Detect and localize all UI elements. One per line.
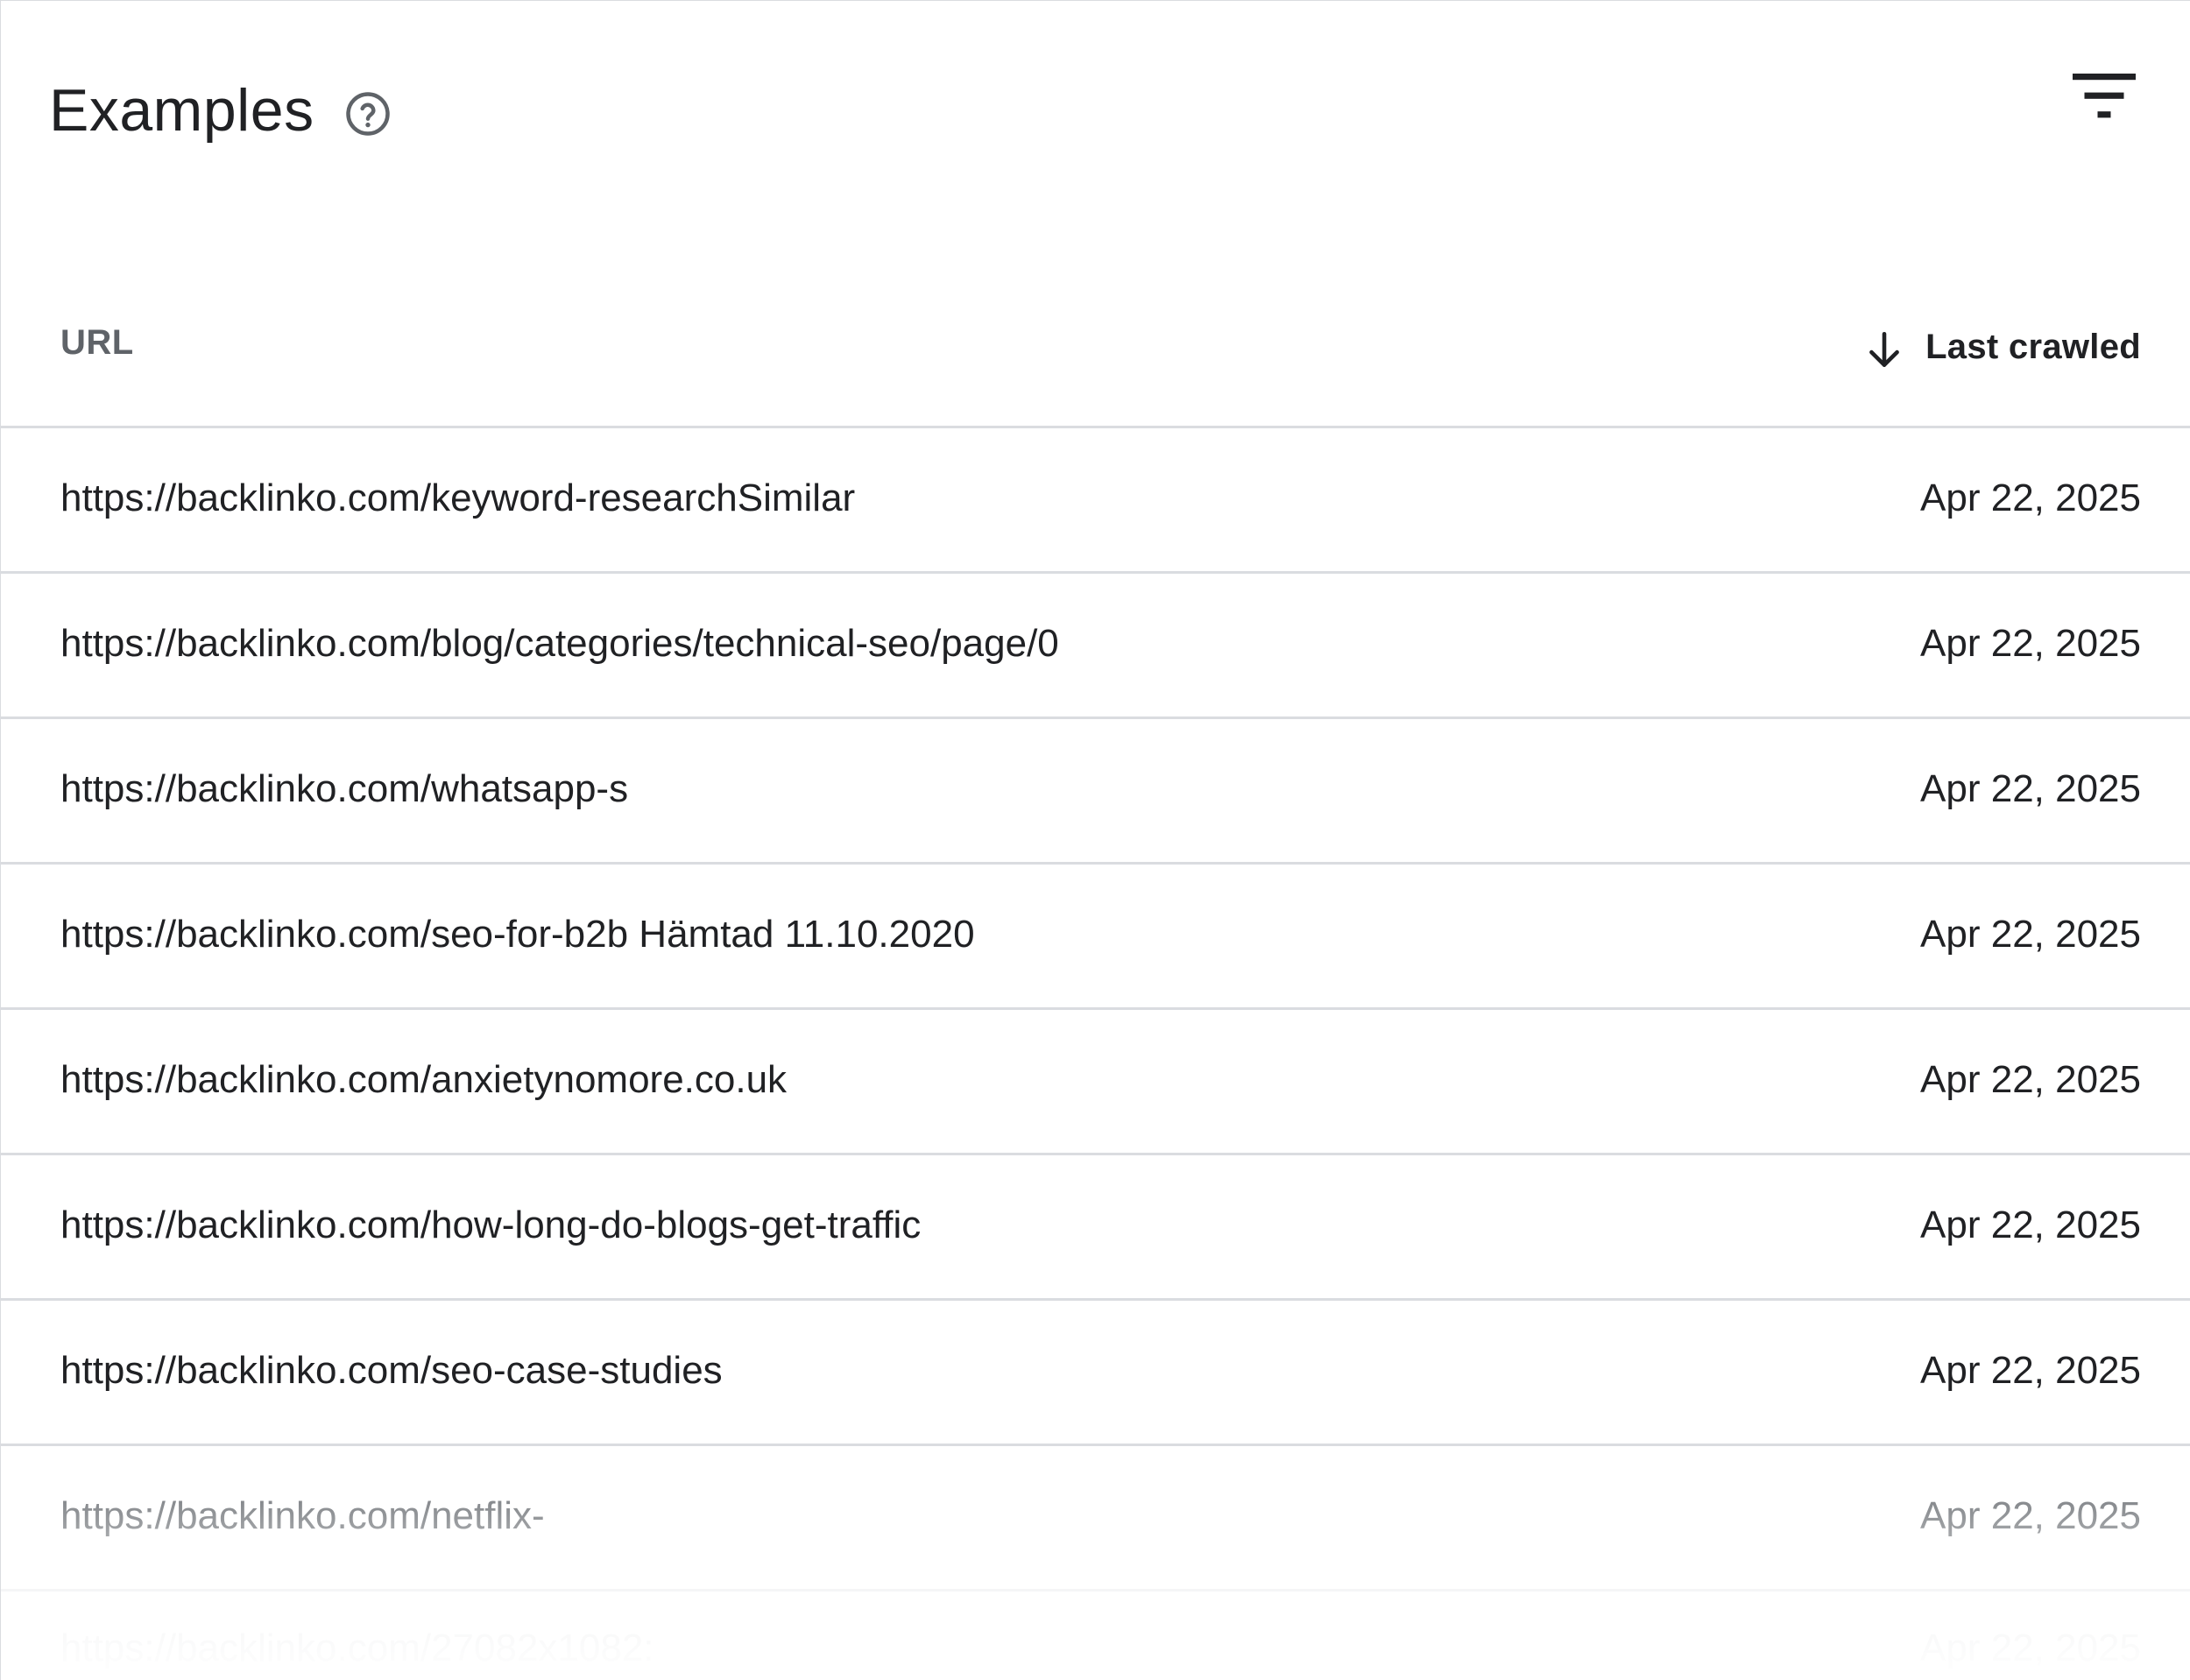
card-header: Examples [49, 71, 392, 150]
table-row[interactable]: https://backlinko.com/whatsapp-s Apr 22,… [1, 719, 2190, 865]
help-circle-icon[interactable] [344, 90, 392, 138]
last-crawled-cell: Apr 22, 2025 [1920, 1349, 2141, 1392]
last-crawled-cell: Apr 22, 2025 [1920, 1494, 2141, 1537]
card-title: Examples [49, 77, 314, 144]
column-header-last-crawled[interactable]: Last crawled [1862, 321, 2141, 372]
url-cell: https://backlinko.com/27082x1082: [60, 1627, 654, 1669]
url-cell: https://backlinko.com/anxietynomore.co.u… [60, 1058, 788, 1101]
last-crawled-cell: Apr 22, 2025 [1920, 767, 2141, 810]
url-cell: https://backlinko.com/blog/categories/te… [60, 622, 1059, 665]
examples-card: Examples URL Last crawled https://backli… [0, 0, 2190, 1680]
url-cell: https://backlinko.com/netflix- [60, 1494, 545, 1537]
last-crawled-cell: Apr 22, 2025 [1920, 1204, 2141, 1246]
table-body: https://backlinko.com/keyword-researchSi… [1, 428, 2190, 1680]
url-cell: https://backlinko.com/seo-for-b2b Hämtad… [60, 913, 975, 956]
table-header: URL Last crawled [1, 290, 2190, 428]
column-header-url[interactable]: URL [60, 323, 134, 363]
table-row[interactable]: https://backlinko.com/how-long-do-blogs-… [1, 1155, 2190, 1301]
table-row[interactable]: https://backlinko.com/anxietynomore.co.u… [1, 1010, 2190, 1155]
table-row[interactable]: https://backlinko.com/netflix- Apr 22, 2… [1, 1446, 2190, 1592]
table-row[interactable]: https://backlinko.com/keyword-researchSi… [1, 428, 2190, 574]
last-crawled-cell: Apr 22, 2025 [1920, 622, 2141, 665]
table-row[interactable]: https://backlinko.com/27082x1082: Apr 22… [1, 1592, 2190, 1680]
last-crawled-cell: Apr 22, 2025 [1920, 913, 2141, 956]
last-crawled-cell: Apr 22, 2025 [1920, 1058, 2141, 1101]
last-crawled-cell: Apr 22, 2025 [1920, 476, 2141, 519]
filter-icon[interactable] [2073, 71, 2136, 124]
url-cell: https://backlinko.com/keyword-researchSi… [60, 476, 856, 519]
url-cell: https://backlinko.com/how-long-do-blogs-… [60, 1204, 922, 1246]
table-row[interactable]: https://backlinko.com/seo-for-b2b Hämtad… [1, 865, 2190, 1010]
column-header-last-crawled-label: Last crawled [1925, 327, 2141, 366]
last-crawled-cell: Apr 22, 2025 [1920, 1627, 2141, 1669]
arrow-down-icon [1869, 331, 1899, 367]
url-cell: https://backlinko.com/seo-case-studies [60, 1349, 723, 1392]
url-cell: https://backlinko.com/whatsapp-s [60, 767, 629, 810]
table-row[interactable]: https://backlinko.com/seo-case-studies A… [1, 1301, 2190, 1446]
table-row[interactable]: https://backlinko.com/blog/categories/te… [1, 574, 2190, 719]
